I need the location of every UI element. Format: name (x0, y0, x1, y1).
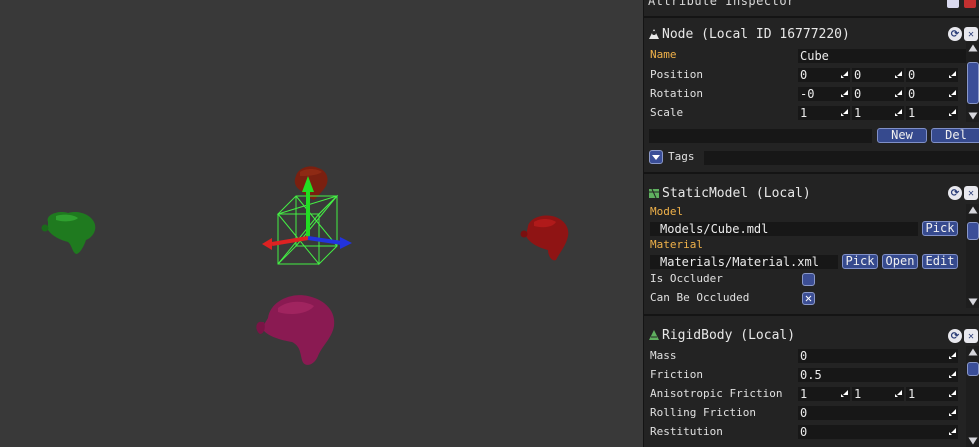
scroll-up-icon[interactable] (968, 206, 978, 214)
is-occluder-label: Is Occluder (650, 272, 723, 285)
scale-z-field[interactable]: 1 (906, 106, 958, 120)
rigid-body-scrollbar[interactable] (966, 346, 979, 447)
new-tag-input[interactable] (649, 129, 872, 143)
scroll-up-icon[interactable] (968, 348, 978, 356)
position-y-field[interactable]: 0 (852, 68, 904, 82)
scale-y-field[interactable]: 1 (852, 106, 904, 120)
scroll-thumb[interactable] (967, 62, 979, 104)
scroll-down-icon[interactable] (968, 298, 978, 306)
scroll-thumb[interactable] (967, 222, 979, 240)
attribute-inspector: Attribute Inspector Node (Local ID 16777… (643, 0, 979, 447)
static-model-scrollbar[interactable] (966, 204, 979, 308)
scroll-down-icon[interactable] (968, 112, 978, 120)
rotation-label: Rotation (650, 87, 703, 100)
position-x-field[interactable]: 0 (798, 68, 850, 82)
restitution-row: Restitution 0 (650, 423, 966, 441)
scene-viewport[interactable] (0, 0, 643, 447)
node-panel-header: Node (Local ID 16777220) (648, 25, 850, 43)
can-be-occluded-label: Can Be Occluded (650, 291, 750, 304)
is-occluder-checkbox[interactable] (802, 273, 815, 286)
rigid-body-panel-title: RigidBody (Local) (662, 327, 796, 343)
tags-expand-icon[interactable] (649, 150, 663, 164)
divider (644, 172, 979, 174)
restitution-label: Restitution (650, 425, 723, 438)
model-label: Model (650, 205, 684, 218)
rolling-friction-label: Rolling Friction (650, 406, 756, 419)
divider (644, 314, 979, 316)
scroll-down-icon[interactable] (968, 437, 978, 445)
rolling-friction-row: Rolling Friction 0 (650, 404, 966, 422)
scale-row: Scale 1 1 1 (650, 104, 966, 122)
rigid-body-panel: RigidBody (Local) ⟳ ✕ Mass 0 Friction 0.… (644, 318, 979, 447)
static-model-panel: StaticModel (Local) ⟳ ✕ Model Models/Cub… (644, 176, 979, 312)
friction-row: Friction 0.5 (650, 366, 966, 384)
scroll-up-icon[interactable] (968, 44, 978, 52)
static-model-icon (648, 187, 660, 199)
name-field[interactable]: Cube (798, 49, 966, 63)
scale-label: Scale (650, 106, 684, 119)
position-row: Position 0 0 0 (650, 66, 966, 84)
anisotropic-friction-y-field[interactable]: 1 (852, 387, 904, 401)
scroll-thumb[interactable] (967, 362, 979, 376)
rolling-friction-field[interactable]: 0 (798, 406, 958, 420)
transform-gizmo[interactable] (262, 176, 352, 250)
model-path-field[interactable]: Models/Cube.mdl (650, 222, 918, 236)
inspector-title: Attribute Inspector (648, 0, 795, 8)
can-be-occluded-checkbox[interactable]: ✕ (802, 292, 815, 305)
minimize-button[interactable] (947, 0, 959, 8)
model-pick-button[interactable]: Pick (922, 221, 958, 236)
scene-render (41, 166, 569, 365)
position-z-field[interactable]: 0 (906, 68, 958, 82)
material-pick-button[interactable]: Pick (842, 254, 878, 269)
close-icon[interactable]: ✕ (964, 27, 978, 41)
material-open-button[interactable]: Open (882, 254, 918, 269)
tags-label: Tags (668, 150, 695, 163)
node-icon (648, 28, 660, 40)
rotation-row: Rotation -0 0 0 (650, 85, 966, 103)
name-row: Name Cube (650, 47, 966, 65)
position-label: Position (650, 68, 703, 81)
node-panel: Node (Local ID 16777220) ⟳ ✕ Name Cube P… (644, 18, 979, 170)
tags-field[interactable] (704, 151, 979, 165)
rotation-y-field[interactable]: 0 (852, 87, 904, 101)
material-label: Material (650, 238, 703, 251)
friction-field[interactable]: 0.5 (798, 368, 958, 382)
static-model-panel-title: StaticModel (Local) (662, 185, 811, 201)
mass-row: Mass 0 (650, 347, 966, 365)
scale-x-field[interactable]: 1 (798, 106, 850, 120)
rigid-body-icon (648, 329, 660, 341)
rotation-z-field[interactable]: 0 (906, 87, 958, 101)
delete-tag-button[interactable]: Del (931, 128, 979, 143)
reset-icon[interactable]: ⟳ (948, 186, 962, 200)
anisotropic-friction-x-field[interactable]: 1 (798, 387, 850, 401)
green-monkey-mesh[interactable] (41, 212, 96, 254)
mass-label: Mass (650, 349, 677, 362)
node-panel-scrollbar[interactable] (966, 42, 979, 122)
rigid-body-panel-header: RigidBody (Local) (648, 326, 795, 344)
reset-icon[interactable]: ⟳ (948, 329, 962, 343)
red-monkey-mesh[interactable] (520, 215, 569, 261)
close-icon[interactable]: ✕ (964, 329, 978, 343)
node-panel-title: Node (Local ID 16777220) (662, 26, 850, 42)
name-label: Name (650, 48, 677, 61)
material-path-field[interactable]: Materials/Material.xml (650, 255, 838, 269)
close-button[interactable] (964, 0, 976, 8)
magenta-monkey-mesh[interactable] (256, 295, 335, 365)
rotation-x-field[interactable]: -0 (798, 87, 850, 101)
close-icon[interactable]: ✕ (964, 186, 978, 200)
mass-field[interactable]: 0 (798, 349, 958, 363)
anisotropic-friction-z-field[interactable]: 1 (906, 387, 958, 401)
anisotropic-friction-row: Anisotropic Friction 1 1 1 (650, 385, 966, 403)
new-tag-button[interactable]: New (877, 128, 927, 143)
static-model-panel-header: StaticModel (Local) (648, 184, 811, 202)
anisotropic-friction-label: Anisotropic Friction (650, 387, 783, 400)
reset-icon[interactable]: ⟳ (948, 27, 962, 41)
restitution-field[interactable]: 0 (798, 425, 958, 439)
dark-red-monkey-mesh[interactable] (294, 166, 328, 200)
friction-label: Friction (650, 368, 703, 381)
material-edit-button[interactable]: Edit (922, 254, 958, 269)
